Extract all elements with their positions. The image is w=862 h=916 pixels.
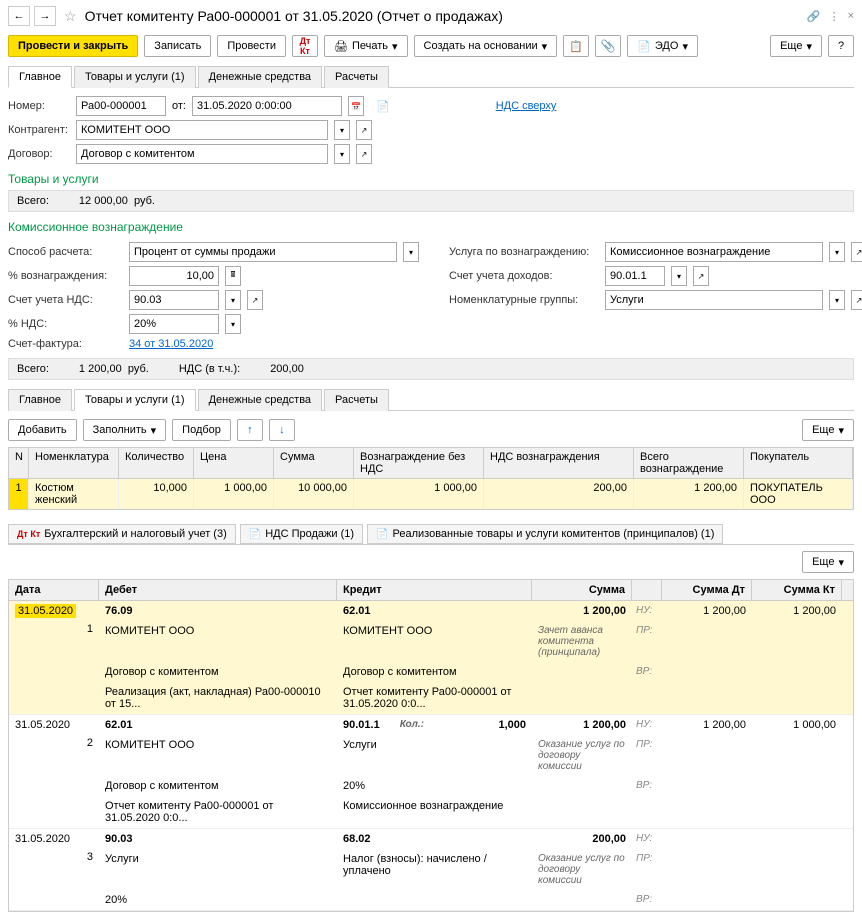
help-button[interactable]: ? (828, 35, 854, 57)
reg-tab-real[interactable]: 📄Реализованные товары и услуги комитенто… (367, 524, 723, 544)
nomen-open[interactable]: ↗ (851, 290, 862, 310)
tab2-calc[interactable]: Расчеты (324, 389, 389, 411)
service-open[interactable]: ↗ (851, 242, 862, 262)
service-dd[interactable]: ▾ (829, 242, 845, 262)
service-input[interactable] (605, 242, 823, 262)
add-button[interactable]: Добавить (8, 419, 77, 441)
nav-back[interactable]: ← (8, 6, 30, 26)
clip-icon: 📎 (601, 39, 616, 53)
post-close-button[interactable]: Провести и закрыть (8, 35, 138, 57)
commission-title: Комиссионное вознаграждение (8, 220, 854, 234)
vat-pct-dd[interactable]: ▾ (225, 314, 241, 334)
vat-pct-input[interactable] (129, 314, 219, 334)
goods-grid: N Номенклатура Количество Цена Сумма Воз… (8, 447, 854, 510)
link-icon[interactable]: 🔗 (807, 10, 821, 23)
dtkt-icon: ДтКт (300, 36, 311, 56)
counterparty-dd[interactable]: ▾ (334, 120, 350, 140)
close-icon[interactable]: × (848, 10, 854, 23)
method-input[interactable] (129, 242, 397, 262)
contract-input[interactable] (76, 144, 328, 164)
from-label: от: (172, 100, 186, 112)
acct-entry[interactable]: 31.05.2020176.0962.011 200,00НУ:1 200,00… (9, 601, 853, 715)
posted-icon: 📄 (376, 100, 390, 113)
tab-main[interactable]: Главное (8, 66, 72, 88)
more-button[interactable]: Еще ▾ (770, 35, 822, 57)
counterparty-open[interactable]: ↗ (356, 120, 372, 140)
accounting-table: Дата Дебет Кредит Сумма Сумма Дт Сумма К… (8, 579, 854, 912)
income-acct-dd[interactable]: ▾ (671, 266, 687, 286)
tab2-cash[interactable]: Денежные средства (198, 389, 322, 411)
counterparty-input[interactable] (76, 120, 328, 140)
select-button[interactable]: Подбор (172, 419, 231, 441)
reg-tab-vat[interactable]: 📄НДС Продажи (1) (240, 524, 363, 544)
edo-button[interactable]: 📄 ЭДО ▾ (627, 35, 698, 57)
income-acct-input[interactable] (605, 266, 665, 286)
acct-entry[interactable]: 31.05.2020262.0190.01.1Кол.:1,0001 200,0… (9, 715, 853, 829)
contract-label: Договор: (8, 148, 70, 160)
tab-goods[interactable]: Товары и услуги (1) (74, 66, 196, 88)
window-title: Отчет комитенту Ра00-000001 от 31.05.202… (85, 8, 803, 24)
attach-button[interactable]: 📎 (595, 35, 621, 57)
reg-tab-acct[interactable]: Дт КтБухгалтерский и налоговый учет (3) (8, 524, 236, 544)
tab2-goods[interactable]: Товары и услуги (1) (74, 389, 196, 411)
date-input[interactable] (192, 96, 342, 116)
acct-more-button[interactable]: Еще ▾ (802, 551, 854, 573)
contract-open[interactable]: ↗ (356, 144, 372, 164)
vat-link[interactable]: НДС сверху (496, 100, 557, 112)
fill-button[interactable]: Заполнить ▾ (83, 419, 167, 441)
vat-acct-open[interactable]: ↗ (247, 290, 263, 310)
print-button[interactable]: 🖨 Печать ▾ (324, 35, 408, 57)
tab-calc[interactable]: Расчеты (324, 66, 389, 88)
goods-total-box: Всего: 12 000,00 руб. (8, 190, 854, 212)
calendar-button[interactable]: 📅 (348, 96, 364, 116)
dtkt-button[interactable]: ДтКт (292, 35, 318, 57)
vat-acct-dd[interactable]: ▾ (225, 290, 241, 310)
income-acct-open[interactable]: ↗ (693, 266, 709, 286)
number-label: Номер: (8, 100, 70, 112)
move-down-button[interactable]: ↓ (269, 419, 295, 441)
vat-acct-input[interactable] (129, 290, 219, 310)
acct-entry[interactable]: 31.05.2020390.0368.02200,00НУ:УслугиНало… (9, 829, 853, 911)
number-input[interactable] (76, 96, 166, 116)
counterparty-label: Контрагент: (8, 124, 70, 136)
related-button[interactable]: 📋 (563, 35, 589, 57)
post-button[interactable]: Провести (217, 35, 286, 57)
tab-cash[interactable]: Денежные средства (198, 66, 322, 88)
pct-input[interactable] (129, 266, 219, 286)
create-based-button[interactable]: Создать на основании ▾ (414, 35, 558, 57)
nomen-dd[interactable]: ▾ (829, 290, 845, 310)
goods-section-title: Товары и услуги (8, 172, 854, 186)
invoice-link[interactable]: 34 от 31.05.2020 (129, 338, 213, 350)
nomen-input[interactable] (605, 290, 823, 310)
save-button[interactable]: Записать (144, 35, 211, 57)
nav-fwd[interactable]: → (34, 6, 56, 26)
commission-total-box: Всего: 1 200,00 руб. НДС (в т.ч.): 200,0… (8, 358, 854, 380)
grid-more-button[interactable]: Еще ▾ (802, 419, 854, 441)
kebab-icon[interactable]: ⋮ (829, 10, 840, 23)
grid-row[interactable]: 1 Костюм женский 10,000 1 000,00 10 000,… (9, 479, 853, 509)
favorite-icon[interactable]: ☆ (64, 8, 77, 25)
contract-dd[interactable]: ▾ (334, 144, 350, 164)
tab2-main[interactable]: Главное (8, 389, 72, 411)
method-dd[interactable]: ▾ (403, 242, 419, 262)
pct-calc[interactable]: 🖩 (225, 266, 241, 286)
move-up-button[interactable]: ↑ (237, 419, 263, 441)
